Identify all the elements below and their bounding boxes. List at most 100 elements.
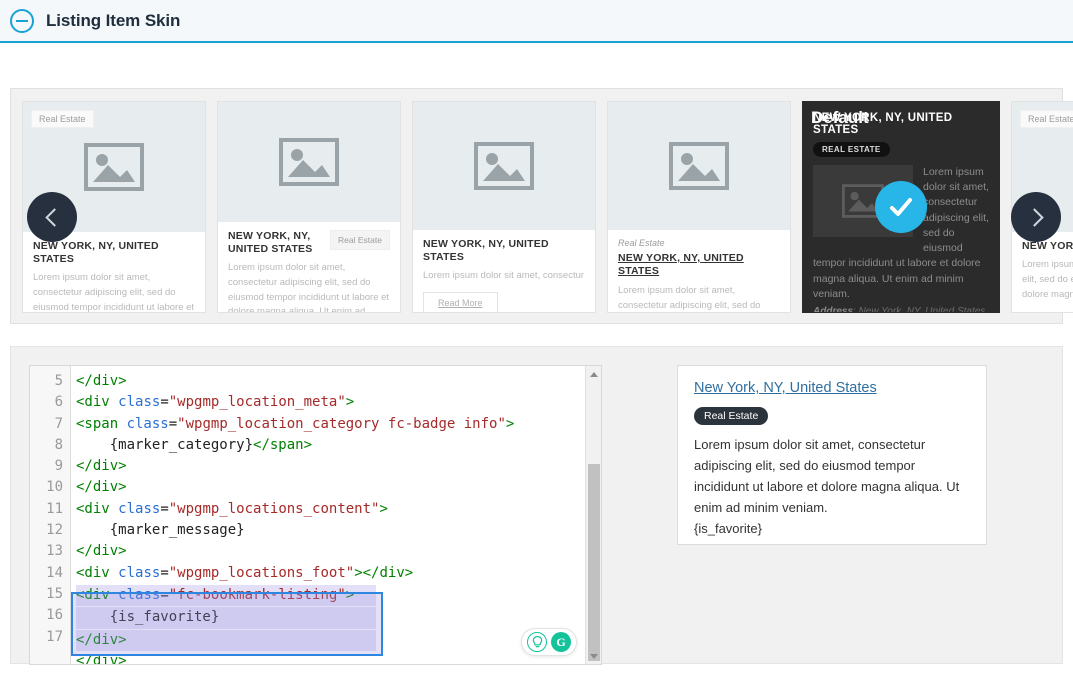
skin-4-title: NEW YORK, NY, UNITED STATES bbox=[618, 252, 744, 278]
code-line[interactable]: {is_favorite} bbox=[76, 607, 376, 629]
skin-6-badge: Real Estate bbox=[1020, 110, 1073, 128]
code-token: = bbox=[168, 415, 178, 432]
skin-4-thumbnail bbox=[608, 102, 790, 230]
line-number: 7 bbox=[54, 415, 63, 432]
code-token: <span bbox=[76, 415, 127, 432]
code-token: </div> bbox=[76, 479, 127, 496]
code-token: <div bbox=[76, 564, 119, 581]
skin-2-title: NEW YORK, NY, UNITED STATES bbox=[228, 230, 313, 256]
skin-card-2[interactable]: NEW YORK, NY, UNITED STATES Real Estate … bbox=[217, 101, 401, 313]
code-token: </div> bbox=[76, 373, 127, 389]
code-line[interactable]: <div class="wpgmp_location_meta"> bbox=[76, 392, 601, 413]
code-token: "wpgmp_location_meta" bbox=[168, 394, 346, 411]
skin-4-category: Real Estate bbox=[618, 238, 665, 248]
image-placeholder-icon bbox=[474, 142, 534, 190]
code-token: </div> bbox=[76, 652, 127, 664]
code-line[interactable]: </div> bbox=[76, 629, 376, 651]
scrollbar-thumb[interactable] bbox=[588, 464, 600, 661]
code-token: > bbox=[505, 415, 515, 432]
line-number-gutter: 5 6 7 8 9 10 11 12 13 14 15 16 17 bbox=[30, 366, 71, 664]
page-title: Listing Item Skin bbox=[46, 10, 181, 30]
code-token: <div bbox=[76, 500, 119, 517]
code-token: = bbox=[160, 586, 169, 603]
image-placeholder-icon bbox=[669, 142, 729, 190]
skin-6-description: Lorem ipsum elit, sed do e dolore magn bbox=[1022, 259, 1073, 300]
skin-2-body: NEW YORK, NY, UNITED STATES Real Estate … bbox=[218, 222, 400, 312]
editor-scrollbar[interactable] bbox=[585, 366, 601, 664]
line-number: 9 bbox=[54, 458, 63, 475]
code-line[interactable]: <div class="wpgmp_locations_foot"></div> bbox=[76, 563, 601, 584]
image-placeholder-icon bbox=[279, 138, 339, 186]
skin-5-address-value: : New York, NY, United States bbox=[853, 305, 986, 313]
read-more-button[interactable]: Read More bbox=[423, 291, 498, 312]
code-line[interactable]: </div> bbox=[76, 456, 601, 477]
code-token: class bbox=[118, 500, 161, 517]
skin-5-description-part1: Lorem ipsum dolor sit amet, consectetur … bbox=[923, 166, 989, 255]
line-number: 17 bbox=[46, 628, 63, 645]
line-number: 6 bbox=[54, 394, 63, 411]
skin-5-address-label: Address bbox=[813, 305, 854, 313]
code-token: ></div> bbox=[354, 564, 414, 581]
line-number: 8 bbox=[54, 436, 63, 453]
code-text-area[interactable]: </div> <div class="wpgmp_location_meta"> <… bbox=[71, 366, 601, 664]
line-number: 5 bbox=[54, 373, 63, 389]
code-token: = bbox=[160, 394, 169, 411]
skin-3-title: NEW YORK, NY, UNITED STATES bbox=[423, 238, 549, 264]
line-number: 14 bbox=[46, 564, 63, 581]
code-line[interactable]: {marker_category}</span> bbox=[76, 435, 601, 456]
skin-3-body: NEW YORK, NY, UNITED STATES Lorem ipsum … bbox=[413, 230, 595, 312]
code-line[interactable]: <div class="fc-bookmark-listing"> bbox=[76, 584, 376, 607]
skin-6-title: NEW YOR bbox=[1022, 240, 1073, 252]
code-token: = bbox=[160, 500, 169, 517]
scroll-down-button[interactable] bbox=[586, 648, 601, 664]
minus-bar bbox=[16, 19, 28, 22]
skin-card-4[interactable]: Real Estate NEW YORK, NY, UNITED STATES … bbox=[607, 101, 791, 313]
carousel-track: Real Estate NEW YORK, NY, UNITED STATES … bbox=[11, 101, 1073, 313]
lightbulb-icon[interactable] bbox=[527, 632, 547, 652]
code-token: </div> bbox=[76, 631, 127, 648]
code-line[interactable]: {marker_message} bbox=[76, 520, 601, 541]
code-token: "wpgmp_locations_foot" bbox=[168, 564, 355, 581]
scroll-up-button[interactable] bbox=[586, 366, 601, 382]
skin-6-body: NEW YOR Lorem ipsum elit, sed do e dolor… bbox=[1012, 232, 1073, 310]
skin-1-title: NEW YORK, NY, UNITED STATES bbox=[33, 240, 159, 266]
code-line[interactable]: </div> bbox=[76, 651, 601, 664]
preview-title-link[interactable]: New York, NY, United States bbox=[694, 380, 970, 396]
chevron-right-icon bbox=[1024, 207, 1044, 227]
skin-1-badge: Real Estate bbox=[31, 110, 94, 128]
skin-3-thumbnail bbox=[413, 102, 595, 230]
code-line[interactable]: </div> bbox=[76, 477, 601, 498]
preview-body-text: Lorem ipsum dolor sit amet, consectetur … bbox=[694, 437, 960, 516]
panel-header: Listing Item Skin bbox=[0, 0, 1073, 43]
skin-card-5-selected[interactable]: NEW YORK, NY, UNITED STATES REAL ESTATE … bbox=[802, 101, 1000, 313]
preview-favorite-token: {is_favorite} bbox=[694, 521, 762, 537]
carousel-prev-button[interactable] bbox=[27, 192, 77, 242]
code-token: > bbox=[345, 586, 355, 603]
line-number: 12 bbox=[46, 522, 63, 539]
code-token: {is_favorite} bbox=[76, 609, 220, 626]
line-number: 10 bbox=[46, 479, 63, 496]
code-token: class bbox=[118, 394, 161, 411]
code-token: {marker_category} bbox=[76, 436, 254, 453]
code-line[interactable]: <div class="wpgmp_locations_content"> bbox=[76, 499, 601, 520]
carousel-next-button[interactable] bbox=[1011, 192, 1061, 242]
code-line[interactable]: </div> bbox=[76, 371, 601, 392]
code-line[interactable]: </div> bbox=[76, 541, 601, 562]
code-editor[interactable]: 5 6 7 8 9 10 11 12 13 14 15 16 17 </div> <div class="… bbox=[29, 365, 602, 665]
code-token: {marker_message} bbox=[76, 522, 245, 539]
grammarly-widget[interactable]: G bbox=[521, 628, 577, 656]
editor-section: 5 6 7 8 9 10 11 12 13 14 15 16 17 </div> <div class="… bbox=[10, 346, 1063, 665]
line-number: 15 bbox=[46, 585, 63, 602]
grammarly-logo-icon[interactable]: G bbox=[551, 632, 571, 652]
bulb-glyph bbox=[532, 635, 542, 647]
code-token: > bbox=[379, 500, 388, 517]
preview-category-badge: Real Estate bbox=[694, 407, 769, 425]
skin-card-3[interactable]: NEW YORK, NY, UNITED STATES Lorem ipsum … bbox=[412, 101, 596, 313]
code-token: = bbox=[160, 564, 169, 581]
skin-5-description-part2: tempor incididunt ut labore et dolore ma… bbox=[813, 257, 981, 300]
minus-circle-icon[interactable] bbox=[10, 8, 34, 33]
code-token: </span> bbox=[253, 436, 313, 453]
code-token: <div bbox=[76, 586, 119, 603]
code-token: class bbox=[126, 415, 169, 432]
code-line[interactable]: <span class="wpgmp_location_category fc-… bbox=[76, 414, 601, 435]
